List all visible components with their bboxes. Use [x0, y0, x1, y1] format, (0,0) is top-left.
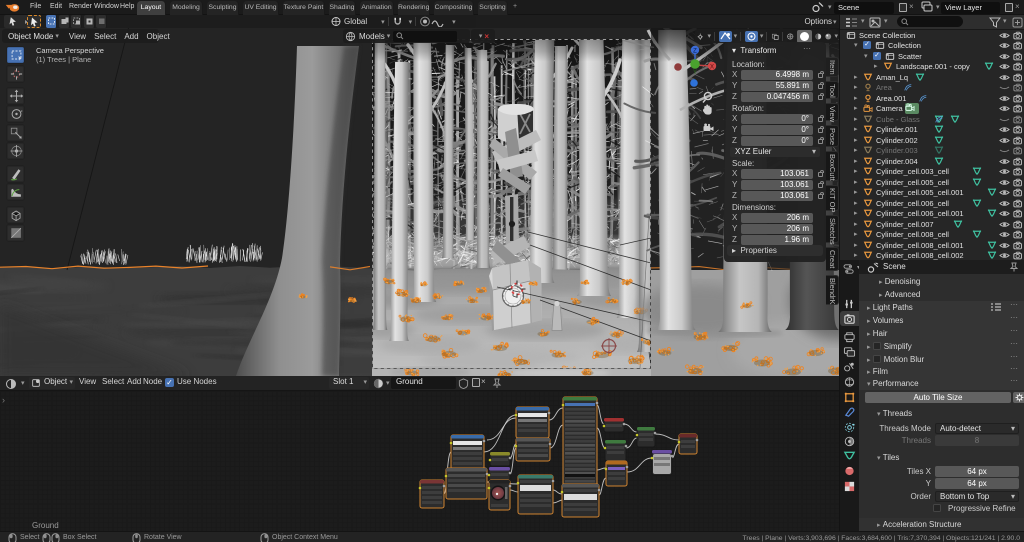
svg-text:(1) Trees | Plane: (1) Trees | Plane: [36, 55, 91, 64]
svg-text:X: X: [710, 65, 714, 71]
svg-text:Y: Y: [693, 70, 697, 76]
svg-text:Z: Z: [693, 49, 697, 55]
svg-text:Camera Perspective: Camera Perspective: [36, 46, 104, 55]
